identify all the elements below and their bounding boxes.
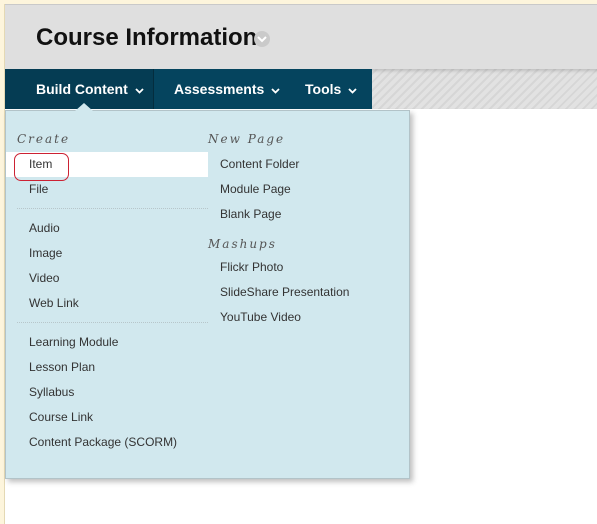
chevron-down-icon xyxy=(135,81,144,97)
menu-item-module-page[interactable]: Module Page xyxy=(208,177,408,202)
page-title: Course Information xyxy=(36,24,258,51)
nav-menu: Build Content Assessments Tools xyxy=(5,69,372,109)
menu-item-youtube-video[interactable]: YouTube Video xyxy=(208,305,408,330)
assessments-label: Assessments xyxy=(174,81,265,97)
menu-item-slideshare-presentation[interactable]: SlideShare Presentation xyxy=(208,280,408,305)
create-column: Create Item File Audio Image Video Web L… xyxy=(6,131,208,455)
menu-item-syllabus[interactable]: Syllabus xyxy=(6,380,208,405)
new-page-column: New Page Content Folder Module Page Blan… xyxy=(208,131,408,330)
page-container: Course Information Build Content Assessm… xyxy=(4,4,597,524)
dropdown-pointer xyxy=(75,103,93,111)
build-content-dropdown: Create Item File Audio Image Video Web L… xyxy=(5,103,410,479)
build-content-label: Build Content xyxy=(36,81,128,97)
chevron-down-icon xyxy=(348,81,357,97)
menu-item-content-folder[interactable]: Content Folder xyxy=(208,152,408,177)
title-bar: Course Information xyxy=(5,4,597,70)
menu-item-audio[interactable]: Audio xyxy=(6,216,208,241)
content-action-bar: Build Content Assessments Tools xyxy=(5,69,597,109)
menu-divider xyxy=(17,322,208,323)
menu-item-image[interactable]: Image xyxy=(6,241,208,266)
menu-item-flickr-photo[interactable]: Flickr Photo xyxy=(208,255,408,280)
menu-item-blank-page[interactable]: Blank Page xyxy=(208,202,408,227)
menu-item-file[interactable]: File xyxy=(6,177,208,202)
new-page-heading: New Page xyxy=(208,132,286,146)
menu-item-learning-module[interactable]: Learning Module xyxy=(6,330,208,355)
menu-item-item[interactable]: Item xyxy=(6,152,208,181)
assessments-menu-button[interactable]: Assessments xyxy=(154,69,285,109)
menu-item-web-link[interactable]: Web Link xyxy=(6,291,208,316)
chevron-down-icon xyxy=(271,81,280,97)
menu-item-content-package[interactable]: Content Package (SCORM) xyxy=(6,430,208,455)
menu-item-lesson-plan[interactable]: Lesson Plan xyxy=(6,355,208,380)
mashups-heading: Mashups xyxy=(208,237,277,251)
menu-divider xyxy=(17,208,208,209)
title-options-chevron-icon[interactable] xyxy=(254,31,270,47)
menu-item-video[interactable]: Video xyxy=(6,266,208,291)
tools-menu-button[interactable]: Tools xyxy=(285,69,372,109)
tools-label: Tools xyxy=(305,81,342,97)
create-heading: Create xyxy=(17,132,71,146)
menu-item-course-link[interactable]: Course Link xyxy=(6,405,208,430)
